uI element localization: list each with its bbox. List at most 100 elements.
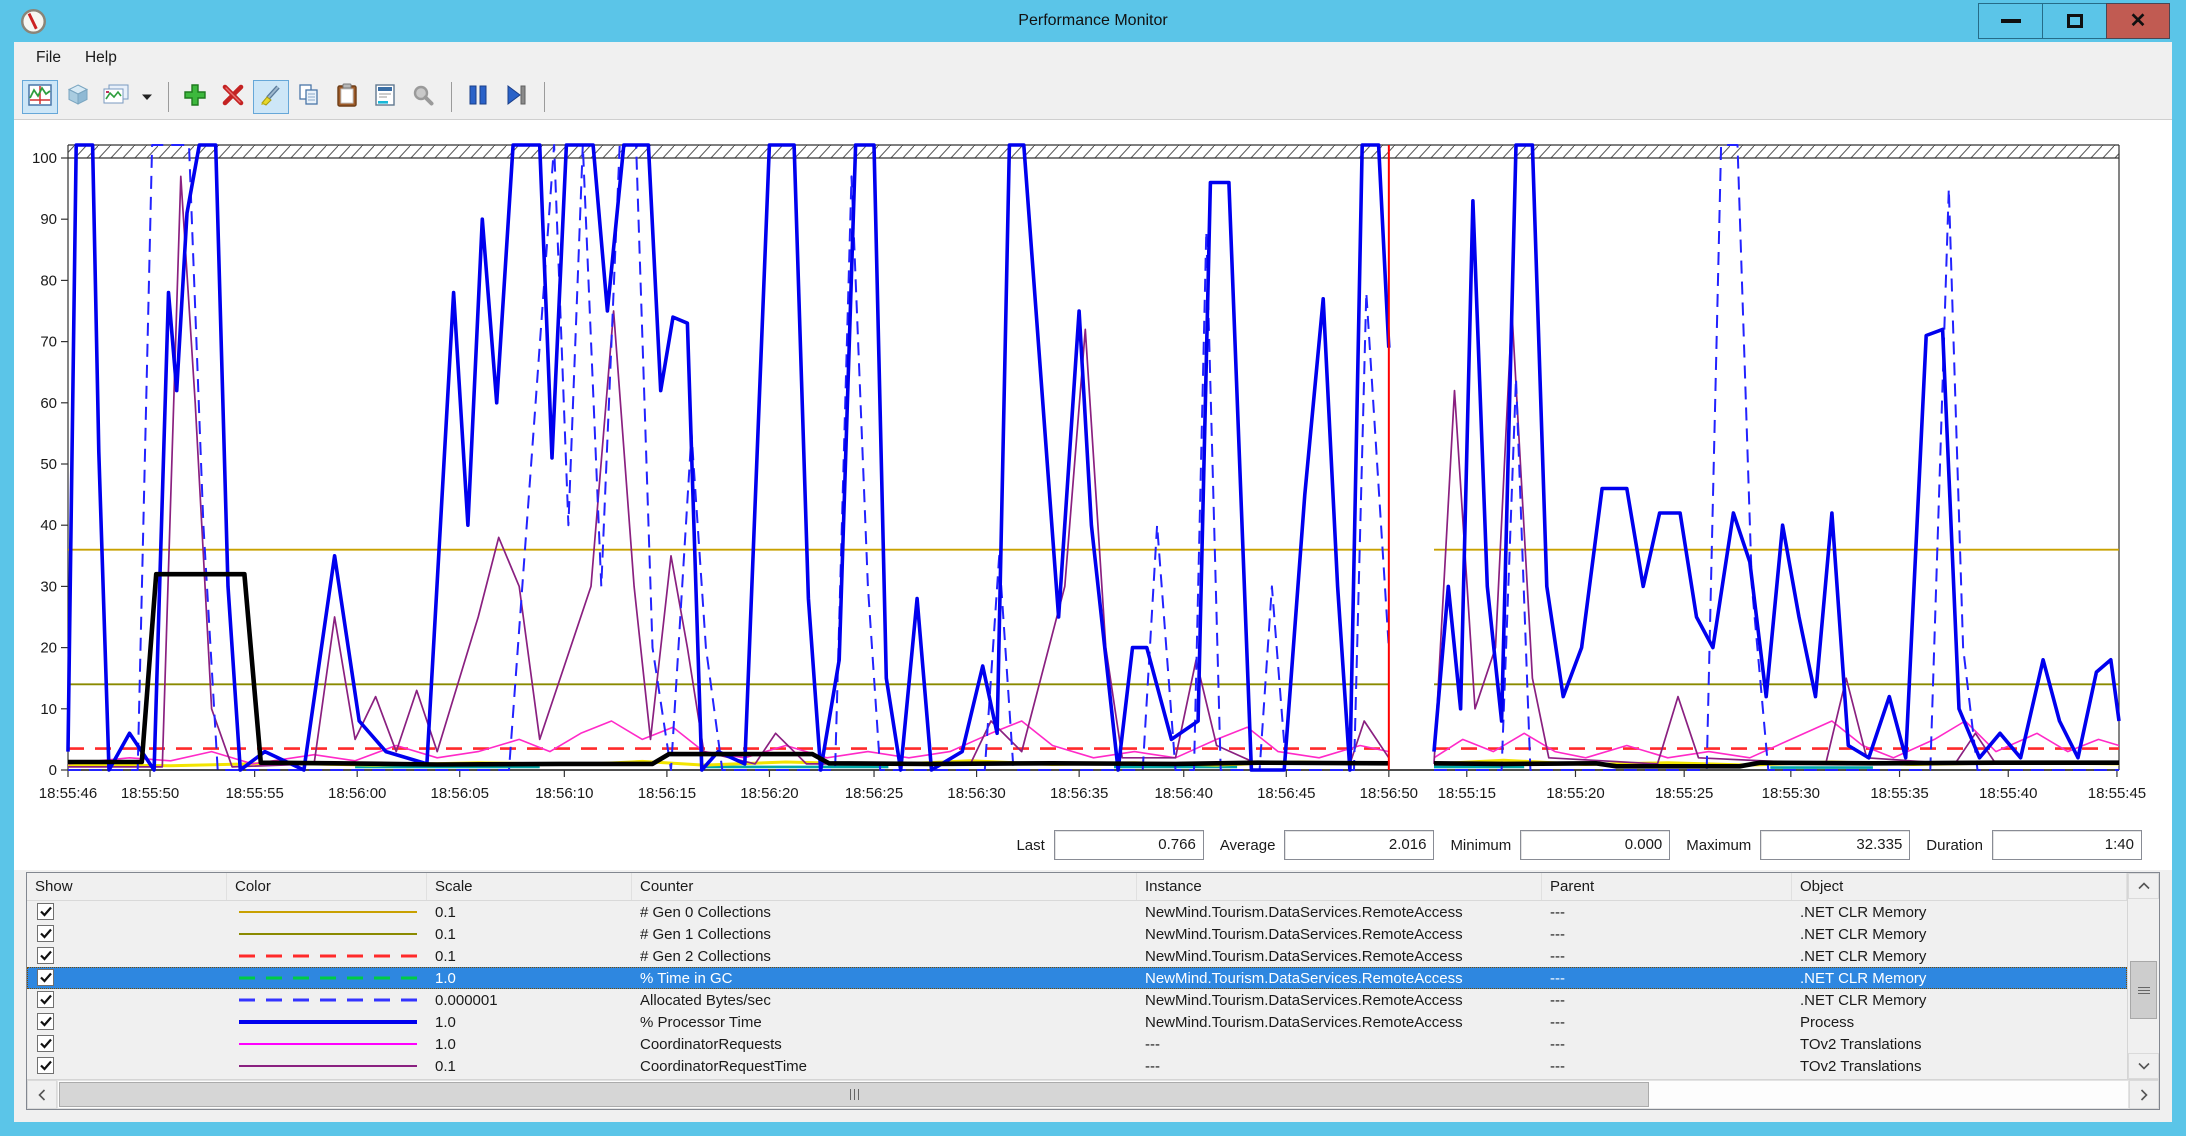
copy-properties-button[interactable] (291, 80, 327, 114)
table-row[interactable]: 1.0 CoordinatorRequests --- --- TOv2 Transla… (27, 1033, 2127, 1055)
stat-maximum-label: Maximum (1686, 836, 1752, 854)
column-header-color[interactable]: Color (227, 873, 427, 900)
cell-scale: 0.1 (435, 925, 456, 943)
column-header-show[interactable]: Show (27, 873, 227, 900)
table-row[interactable]: 0.1 # Gen 0 Collections NewMind.Tourism.Da… (27, 901, 2127, 923)
show-checkbox[interactable] (37, 1013, 54, 1030)
chart-type-dropdown[interactable] (136, 80, 158, 114)
cell-counter: % Time in GC (640, 969, 733, 987)
horizontal-scroll-track[interactable] (57, 1080, 2129, 1109)
toolbar-separator (544, 81, 545, 112)
toolbar-separator (168, 81, 169, 112)
column-header-parent[interactable]: Parent (1542, 873, 1792, 900)
cell-counter: CoordinatorRequests (640, 1035, 782, 1053)
view-report-button[interactable] (98, 80, 134, 114)
table-row[interactable]: 0.1 # Gen 1 Collections NewMind.Tourism.Da… (27, 923, 2127, 945)
highlight-button[interactable] (253, 79, 289, 114)
color-swatch (239, 976, 417, 980)
column-header-object[interactable]: Object (1792, 873, 2127, 900)
menu-item-help[interactable]: Help (73, 45, 129, 71)
chart-icon (27, 82, 53, 112)
x-axis-label: 18:56:10 (535, 785, 593, 802)
performance-chart: 0 10 20 30 40 50 60 70 80 90 100 18:55:46 18:55:50 18… (32, 143, 2146, 802)
column-header-instance[interactable]: Instance (1137, 873, 1542, 900)
show-checkbox[interactable] (37, 903, 54, 920)
zoom-button[interactable] (405, 80, 441, 114)
scroll-left-button[interactable] (27, 1080, 57, 1109)
minimize-button[interactable] (1978, 3, 2042, 39)
view-graph-button[interactable] (22, 79, 58, 114)
vertical-scroll-thumb[interactable] (2130, 961, 2157, 1019)
x-axis-label: 18:56:40 (1155, 785, 1213, 802)
cell-instance: --- (1145, 1035, 1160, 1053)
x-axis-label: 18:56:30 (947, 785, 1005, 802)
show-checkbox[interactable] (37, 947, 54, 964)
copy-icon (296, 82, 322, 112)
close-button[interactable]: ✕ (2106, 3, 2170, 39)
counter-table-area: Show Color Scale Counter Instance Parent… (14, 870, 2172, 1122)
menu-bar: File Help (14, 42, 2172, 74)
freeze-display-button[interactable] (460, 80, 496, 114)
cell-object: .NET CLR Memory (1800, 991, 1927, 1009)
cell-object: TOv2 Translations (1800, 1035, 1922, 1053)
cell-counter: CoordinatorRequestTime (640, 1057, 808, 1075)
magnifier-icon (410, 82, 436, 112)
column-header-counter[interactable]: Counter (632, 873, 1137, 900)
maximize-button[interactable] (2042, 3, 2106, 39)
x-axis-label: 18:55:30 (1762, 785, 1820, 802)
table-row[interactable]: 0.1 CoordinatorRequestTime --- --- TOv2 Tran… (27, 1055, 2127, 1077)
close-icon: ✕ (2129, 10, 2147, 32)
show-checkbox[interactable] (37, 925, 54, 942)
check-icon (39, 994, 52, 1005)
stat-duration-label: Duration (1926, 836, 1983, 854)
show-checkbox[interactable] (37, 969, 54, 986)
color-swatch (239, 998, 417, 1002)
check-icon (39, 1060, 52, 1071)
chevron-left-icon (38, 1088, 46, 1101)
x-axis-label: 18:55:25 (1655, 785, 1713, 802)
table-row[interactable]: 1.0 % Processor Time NewMind.Tourism.DataS… (27, 1011, 2127, 1033)
color-swatch (239, 1043, 417, 1045)
delete-counter-button[interactable] (215, 80, 251, 114)
view-histogram-button[interactable] (60, 80, 96, 114)
cell-parent: --- (1550, 1057, 1565, 1075)
x-axis-label: 18:56:05 (431, 785, 489, 802)
delete-x-icon (220, 82, 246, 112)
x-axis-label: 18:55:40 (1979, 785, 2037, 802)
chevron-up-icon (2137, 882, 2150, 890)
x-axis-label: 18:55:20 (1546, 785, 1604, 802)
x-axis-label: 18:56:00 (328, 785, 386, 802)
show-checkbox[interactable] (37, 1057, 54, 1074)
column-header-scale[interactable]: Scale (427, 873, 632, 900)
y-axis-label: 60 (40, 395, 57, 412)
add-counter-button[interactable] (177, 80, 213, 114)
x-axis-label: 18:55:55 (225, 785, 283, 802)
horizontal-scroll-thumb[interactable] (59, 1082, 1649, 1107)
scroll-down-button[interactable] (2128, 1053, 2159, 1079)
table-row[interactable]: 0.000001 Allocated Bytes/sec NewMind.Touri… (27, 989, 2127, 1011)
update-data-button[interactable] (498, 80, 534, 114)
show-checkbox[interactable] (37, 991, 54, 1008)
cell-object: .NET CLR Memory (1800, 947, 1927, 965)
cell-scale: 0.1 (435, 903, 456, 921)
table-row[interactable]: 1.0 % Time in GC NewMind.Tourism.DataServi… (27, 967, 2127, 989)
color-swatch (239, 1020, 417, 1024)
scroll-right-button[interactable] (2129, 1080, 2159, 1109)
highlighter-icon (258, 82, 284, 112)
window-content: File Help 0 10 20 30 40 50 60 70 80 90 100 18:55:46… (14, 42, 2172, 1122)
table-row[interactable]: 0.1 # Gen 2 Collections NewMind.Tourism.Da… (27, 945, 2127, 967)
paste-counter-list-button[interactable] (329, 80, 365, 114)
y-axis-label: 40 (40, 517, 57, 534)
cell-object: .NET CLR Memory (1800, 903, 1927, 921)
properties-button[interactable] (367, 80, 403, 114)
table-header: Show Color Scale Counter Instance Parent… (27, 873, 2127, 901)
scroll-up-button[interactable] (2128, 873, 2159, 899)
vertical-scroll-track[interactable] (2128, 899, 2159, 1053)
pause-icon (465, 82, 491, 112)
stat-average-label: Average (1219, 836, 1276, 854)
cell-parent: --- (1550, 947, 1565, 965)
cell-scale: 1.0 (435, 1035, 456, 1053)
chevron-right-icon (2140, 1088, 2148, 1101)
show-checkbox[interactable] (37, 1035, 54, 1052)
menu-item-file[interactable]: File (24, 45, 73, 71)
